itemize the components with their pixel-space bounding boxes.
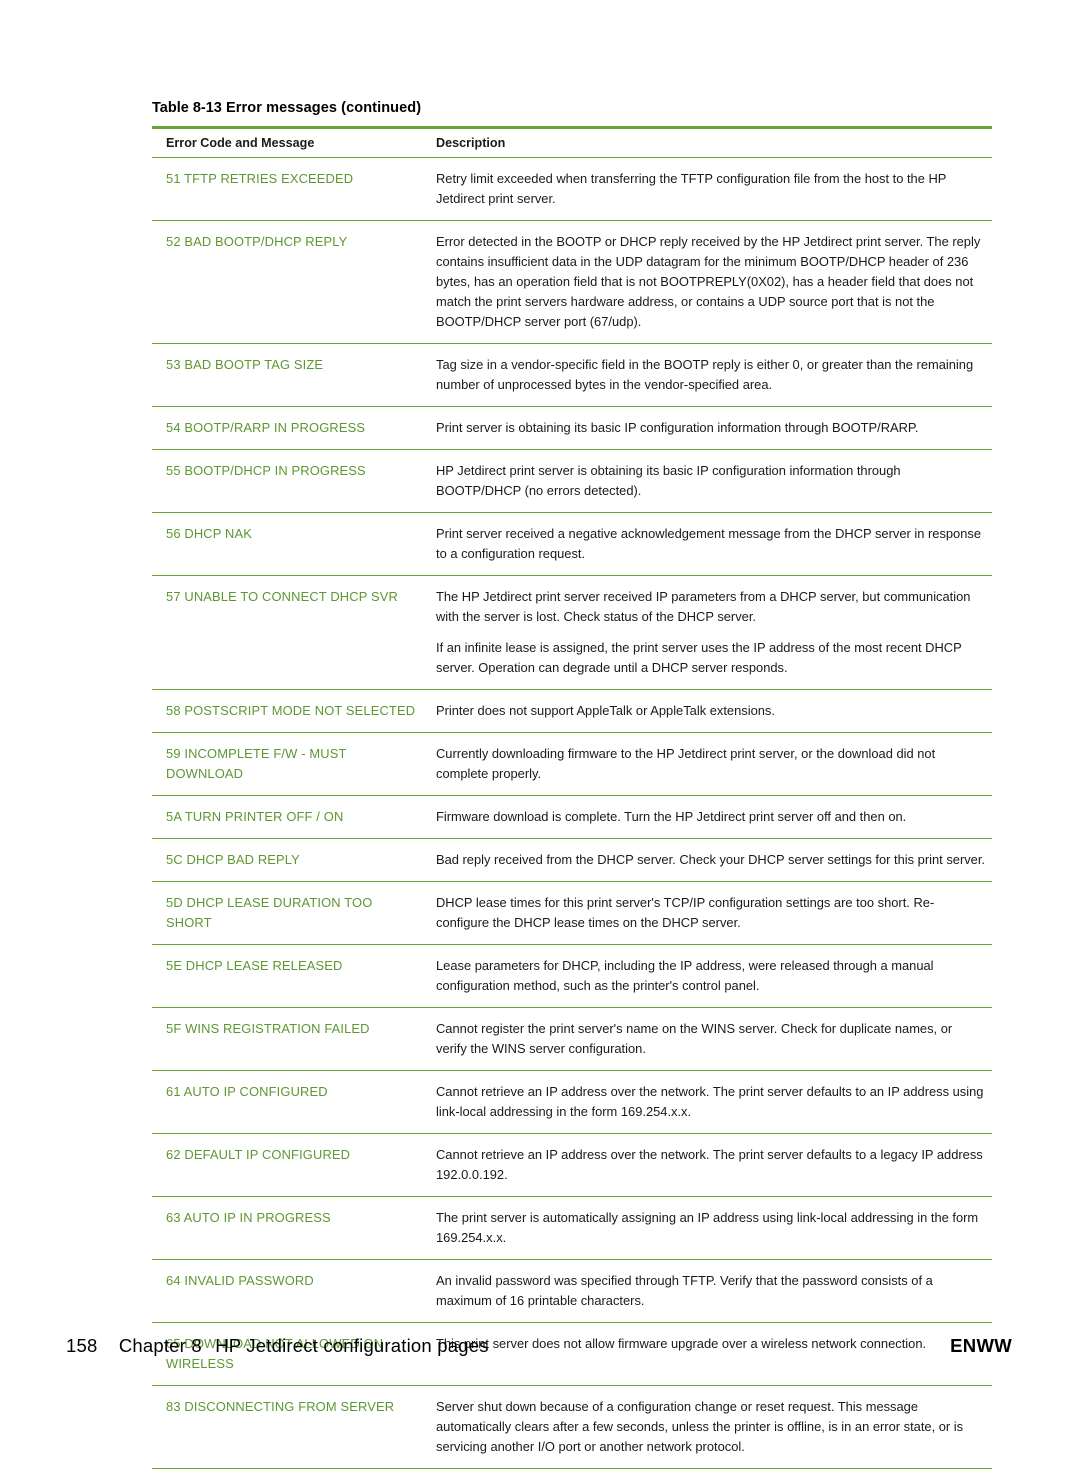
error-description: Retry limit exceeded when transferring t… bbox=[422, 157, 992, 221]
error-code: 5C DHCP BAD REPLY bbox=[152, 838, 422, 882]
error-code: 61 AUTO IP CONFIGURED bbox=[152, 1070, 422, 1134]
error-description: Server shut down because of a configurat… bbox=[422, 1385, 992, 1469]
error-code: 56 DHCP NAK bbox=[152, 512, 422, 576]
error-code: 53 BAD BOOTP TAG SIZE bbox=[152, 343, 422, 407]
page-content: Table 8-13 Error messages (continued) Er… bbox=[152, 100, 992, 1469]
error-description: The print server is automatically assign… bbox=[422, 1196, 992, 1260]
error-code: 63 AUTO IP IN PROGRESS bbox=[152, 1196, 422, 1260]
page-footer: 158 Chapter 8 HP Jetdirect configuration… bbox=[0, 1335, 1080, 1375]
error-description: DHCP lease times for this print server's… bbox=[422, 881, 992, 945]
error-code: 52 BAD BOOTP/DHCP REPLY bbox=[152, 220, 422, 344]
error-description: Lease parameters for DHCP, including the… bbox=[422, 944, 992, 1008]
error-code: 57 UNABLE TO CONNECT DHCP SVR bbox=[166, 589, 398, 604]
table-row: 5E DHCP LEASE RELEASED Lease parameters … bbox=[152, 944, 992, 1008]
table-row-continuation: If an infinite lease is assigned, the pr… bbox=[152, 629, 992, 690]
error-description: HP Jetdirect print server is obtaining i… bbox=[422, 449, 992, 513]
error-code: 58 POSTSCRIPT MODE NOT SELECTED bbox=[152, 689, 422, 733]
document-page: Table 8-13 Error messages (continued) Er… bbox=[0, 0, 1080, 1469]
error-code: 5F WINS REGISTRATION FAILED bbox=[152, 1007, 422, 1071]
table-row: 61 AUTO IP CONFIGURED Cannot retrieve an… bbox=[152, 1070, 992, 1134]
footer-brand: ENWW bbox=[950, 1335, 1012, 1356]
error-code: 59 INCOMPLETE F/W - MUST DOWNLOAD bbox=[152, 732, 422, 796]
error-code-empty bbox=[152, 629, 422, 690]
error-code: 64 INVALID PASSWORD bbox=[152, 1259, 422, 1323]
error-description: Printer does not support AppleTalk or Ap… bbox=[422, 689, 992, 733]
table-row: 5A TURN PRINTER OFF / ON Firmware downlo… bbox=[152, 795, 992, 839]
error-code: 62 DEFAULT IP CONFIGURED bbox=[152, 1133, 422, 1197]
table-row: 5C DHCP BAD REPLY Bad reply received fro… bbox=[152, 838, 992, 882]
table-caption: Table 8-13 Error messages (continued) bbox=[152, 100, 992, 116]
error-code: 51 TFTP RETRIES EXCEEDED bbox=[152, 157, 422, 221]
error-description: Cannot retrieve an IP address over the n… bbox=[422, 1133, 992, 1197]
footer-chapter: Chapter 8 bbox=[118, 1335, 202, 1356]
error-description: An invalid password was specified throug… bbox=[422, 1259, 992, 1323]
error-description: Tag size in a vendor-specific field in t… bbox=[422, 343, 992, 407]
table-header-row: Error Code and Message Description bbox=[152, 126, 992, 158]
table-row: 54 BOOTP/RARP IN PROGRESS Print server i… bbox=[152, 406, 992, 450]
error-description: Currently downloading firmware to the HP… bbox=[422, 732, 992, 796]
header-description: Description bbox=[422, 126, 992, 158]
error-code: 54 BOOTP/RARP IN PROGRESS bbox=[152, 406, 422, 450]
table-row: 51 TFTP RETRIES EXCEEDED Retry limit exc… bbox=[152, 157, 992, 221]
error-description: The HP Jetdirect print server received I… bbox=[436, 589, 971, 624]
error-code: 5E DHCP LEASE RELEASED bbox=[152, 944, 422, 1008]
error-messages-table: Error Code and Message Description 51 TF… bbox=[152, 126, 992, 1469]
error-description: Print server received a negative acknowl… bbox=[422, 512, 992, 576]
table-row: 52 BAD BOOTP/DHCP REPLY Error detected i… bbox=[152, 220, 992, 344]
error-description: Bad reply received from the DHCP server.… bbox=[422, 838, 992, 882]
error-code: 83 DISCONNECTING FROM SERVER bbox=[152, 1385, 422, 1469]
table-row: 63 AUTO IP IN PROGRESS The print server … bbox=[152, 1196, 992, 1260]
table-caption-number: Table 8-13 bbox=[152, 100, 222, 116]
error-description: Error detected in the BOOTP or DHCP repl… bbox=[422, 220, 992, 344]
error-description: Print server is obtaining its basic IP c… bbox=[422, 406, 992, 450]
table-row: 62 DEFAULT IP CONFIGURED Cannot retrieve… bbox=[152, 1133, 992, 1197]
footer-left: 158 Chapter 8 HP Jetdirect configuration… bbox=[66, 1335, 489, 1357]
error-code: 55 BOOTP/DHCP IN PROGRESS bbox=[152, 449, 422, 513]
table-row: 5F WINS REGISTRATION FAILED Cannot regis… bbox=[152, 1007, 992, 1071]
error-description: Cannot retrieve an IP address over the n… bbox=[422, 1070, 992, 1134]
table-row: 64 INVALID PASSWORD An invalid password … bbox=[152, 1259, 992, 1323]
error-code: 5A TURN PRINTER OFF / ON bbox=[152, 795, 422, 839]
footer-chapter-title: HP Jetdirect configuration pages bbox=[215, 1335, 489, 1356]
table-row: 57 UNABLE TO CONNECT DHCP SVR The HP Jet… bbox=[152, 576, 992, 630]
table-row: 5D DHCP LEASE DURATION TOO SHORT DHCP le… bbox=[152, 881, 992, 945]
table-caption-text: Error messages (continued) bbox=[226, 100, 422, 116]
table-row: 55 BOOTP/DHCP IN PROGRESS HP Jetdirect p… bbox=[152, 449, 992, 513]
header-error-code: Error Code and Message bbox=[152, 126, 422, 158]
error-description: Firmware download is complete. Turn the … bbox=[422, 795, 992, 839]
error-description: Cannot register the print server's name … bbox=[422, 1007, 992, 1071]
table-row: 56 DHCP NAK Print server received a nega… bbox=[152, 512, 992, 576]
table-row: 53 BAD BOOTP TAG SIZE Tag size in a vend… bbox=[152, 343, 992, 407]
table-row: 58 POSTSCRIPT MODE NOT SELECTED Printer … bbox=[152, 689, 992, 733]
error-description-continued: If an infinite lease is assigned, the pr… bbox=[422, 629, 992, 690]
table-row: 83 DISCONNECTING FROM SERVER Server shut… bbox=[152, 1385, 992, 1469]
error-code: 5D DHCP LEASE DURATION TOO SHORT bbox=[152, 881, 422, 945]
footer-page-number: 158 bbox=[66, 1335, 98, 1356]
table-row: 59 INCOMPLETE F/W - MUST DOWNLOAD Curren… bbox=[152, 732, 992, 796]
